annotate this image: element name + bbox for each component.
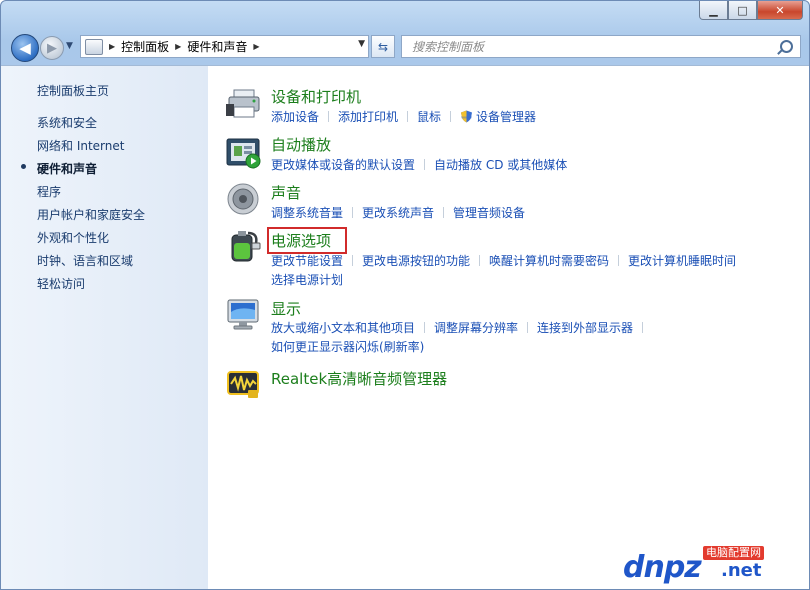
uac-shield-icon — [460, 110, 473, 123]
link-separator — [407, 111, 408, 122]
link-screen-resolution[interactable]: 调整屏幕分辨率 — [434, 321, 518, 335]
link-change-power-saving[interactable]: 更改节能设置 — [271, 254, 343, 268]
link-separator — [450, 111, 451, 122]
sidebar-item-system-security[interactable]: 系统和安全 — [37, 114, 97, 131]
link-power-button-function[interactable]: 更改电源按钮的功能 — [362, 254, 470, 268]
category-title-devices-printers[interactable]: 设备和打印机 — [271, 86, 361, 107]
link-adjust-volume[interactable]: 调整系统音量 — [271, 206, 343, 220]
watermark-text-dnpz: dnpz — [623, 550, 701, 585]
refresh-icon: ⇆ — [378, 40, 388, 54]
sidebar-item-ease-of-access[interactable]: 轻松访问 — [37, 275, 85, 292]
monitor-icon[interactable] — [226, 298, 262, 332]
power-battery-icon[interactable] — [226, 229, 262, 263]
link-separator — [527, 322, 528, 333]
category-links-power: 更改节能设置 更改电源按钮的功能 唤醒计算机时需要密码 更改计算机睡眠时间 — [271, 252, 736, 269]
link-manage-audio-devices[interactable]: 管理音频设备 — [453, 206, 525, 220]
sidebar-item-hardware-sound[interactable]: 硬件和声音 — [37, 160, 97, 177]
sidebar-item-network[interactable]: 网络和 Internet — [37, 137, 124, 154]
link-separator — [479, 255, 480, 266]
chevron-right-icon[interactable]: ▶ — [253, 42, 259, 51]
link-add-printer[interactable]: 添加打印机 — [338, 110, 398, 124]
link-separator — [618, 255, 619, 266]
watermark-badge: 电脑配置网 — [703, 546, 764, 560]
minimize-button[interactable]: ▁ — [699, 1, 728, 20]
link-zoom-text[interactable]: 放大或缩小文本和其他项目 — [271, 321, 415, 335]
sidebar-home-link[interactable]: 控制面板主页 — [37, 82, 109, 99]
link-device-manager[interactable]: 设备管理器 — [476, 110, 536, 124]
speaker-icon[interactable] — [226, 182, 262, 216]
link-separator — [328, 111, 329, 122]
arrow-left-icon: ◀ — [19, 39, 31, 57]
link-change-system-sounds[interactable]: 更改系统声音 — [362, 206, 434, 220]
category-links-autoplay: 更改媒体或设备的默认设置 自动播放 CD 或其他媒体 — [271, 156, 567, 173]
category-links-devices: 添加设备 添加打印机 鼠标 设备管理器 — [271, 108, 536, 125]
power-options-highlight-box — [267, 227, 347, 254]
link-autoplay-cd[interactable]: 自动播放 CD 或其他媒体 — [434, 158, 567, 172]
forward-button[interactable]: ▶ — [40, 36, 64, 60]
recent-pages-button[interactable]: ▼ — [66, 41, 73, 51]
link-separator — [352, 255, 353, 266]
content-area: 控制面板主页 系统和安全 网络和 Internet 硬件和声音 程序 用户帐户和… — [1, 65, 809, 590]
category-links-sound: 调整系统音量 更改系统声音 管理音频设备 — [271, 204, 525, 221]
link-separator — [443, 207, 444, 218]
address-bar[interactable]: ▶ 控制面板 ▶ 硬件和声音 ▶ ▼ — [80, 35, 369, 58]
sidebar-item-programs[interactable]: 程序 — [37, 183, 61, 200]
link-fix-flicker[interactable]: 如何更正显示器闪烁(刷新率) — [271, 340, 424, 354]
link-mouse[interactable]: 鼠标 — [417, 110, 441, 124]
category-title-autoplay[interactable]: 自动播放 — [271, 134, 331, 155]
link-separator — [424, 322, 425, 333]
link-change-media-defaults[interactable]: 更改媒体或设备的默认设置 — [271, 158, 415, 172]
autoplay-icon[interactable] — [226, 136, 262, 170]
title-bar: ▁ □ ✕ — [1, 1, 809, 25]
window-controls: ▁ □ ✕ — [699, 1, 803, 20]
watermark-text-net: .net — [721, 560, 761, 581]
category-title-sound[interactable]: 声音 — [271, 182, 301, 203]
search-icon[interactable] — [780, 40, 793, 53]
link-separator — [352, 207, 353, 218]
sidebar-item-appearance[interactable]: 外观和个性化 — [37, 229, 109, 246]
link-change-sleep-time[interactable]: 更改计算机睡眠时间 — [628, 254, 736, 268]
navigation-bar: ◀ ▶ ▼ ▶ 控制面板 ▶ 硬件和声音 ▶ ▼ ⇆ — [1, 29, 809, 63]
link-require-password-wake[interactable]: 唤醒计算机时需要密码 — [489, 254, 609, 268]
category-links-power-2: 选择电源计划 — [271, 271, 343, 288]
maximize-button[interactable]: □ — [728, 1, 757, 20]
sidebar: 控制面板主页 系统和安全 网络和 Internet 硬件和声音 程序 用户帐户和… — [1, 66, 208, 590]
chevron-down-icon: ▼ — [66, 41, 73, 51]
control-panel-icon — [85, 39, 103, 55]
link-separator — [642, 322, 643, 333]
devices-printers-icon[interactable] — [226, 86, 262, 120]
chevron-right-icon[interactable]: ▶ — [109, 42, 115, 51]
category-title-realtek[interactable]: Realtek高清晰音频管理器 — [271, 368, 447, 389]
category-title-display[interactable]: 显示 — [271, 298, 301, 319]
category-links-display: 放大或缩小文本和其他项目 调整屏幕分辨率 连接到外部显示器 — [271, 319, 652, 336]
breadcrumb-control-panel[interactable]: 控制面板 — [121, 38, 169, 55]
link-separator — [424, 159, 425, 170]
address-dropdown-icon[interactable]: ▼ — [358, 39, 365, 49]
link-choose-power-plan[interactable]: 选择电源计划 — [271, 273, 343, 287]
category-links-display-2: 如何更正显示器闪烁(刷新率) — [271, 338, 424, 355]
search-input[interactable] — [410, 39, 774, 55]
sidebar-item-clock-region[interactable]: 时钟、语言和区域 — [37, 252, 133, 269]
link-external-display[interactable]: 连接到外部显示器 — [537, 321, 633, 335]
link-add-device[interactable]: 添加设备 — [271, 110, 319, 124]
search-box[interactable] — [401, 35, 801, 58]
back-button[interactable]: ◀ — [11, 34, 39, 62]
current-item-bullet-icon — [21, 164, 26, 169]
control-panel-window: ▁ □ ✕ ◀ ▶ ▼ ▶ 控制面板 ▶ 硬件和声音 ▶ ▼ ⇆ 控制面板主页 … — [0, 0, 810, 590]
sidebar-item-user-accounts[interactable]: 用户帐户和家庭安全 — [37, 206, 145, 223]
realtek-audio-icon[interactable] — [226, 368, 262, 402]
watermark-logo: 电脑配置网 dnpz .net — [623, 546, 803, 586]
breadcrumb-hardware-sound[interactable]: 硬件和声音 — [187, 38, 247, 55]
refresh-button[interactable]: ⇆ — [371, 35, 395, 58]
main-panel: 设备和打印机 添加设备添加打印机鼠标设备管理器 自动播放 更改媒体或设备的默认设 — [208, 66, 809, 590]
chevron-right-icon[interactable]: ▶ — [175, 42, 181, 51]
close-button[interactable]: ✕ — [757, 1, 803, 20]
arrow-right-icon: ▶ — [47, 41, 57, 56]
